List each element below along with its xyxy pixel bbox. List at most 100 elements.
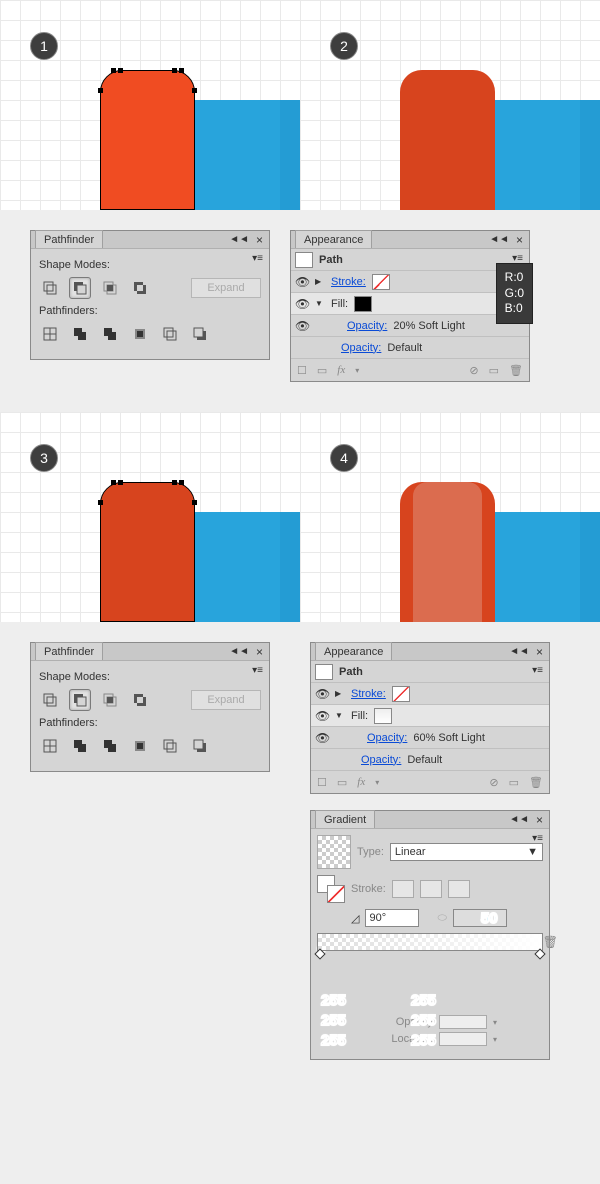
stroke-label[interactable]: Stroke: (331, 276, 366, 288)
no-fill-icon[interactable]: ☐ (297, 364, 307, 377)
pathfinder-tab[interactable]: Pathfinder (35, 642, 103, 660)
trash-icon[interactable]: 🗑 (529, 776, 543, 789)
blue-rect (480, 100, 600, 210)
path-label: Path (319, 254, 343, 266)
divide-icon[interactable] (39, 735, 61, 757)
stroke-label[interactable]: Stroke: (351, 688, 386, 700)
gradient-stop-right[interactable] (534, 948, 545, 959)
intersect-icon[interactable] (99, 277, 121, 299)
fx-button[interactable]: fx (337, 364, 345, 376)
panel-collapse-icon[interactable]: ◄◄ (509, 646, 529, 657)
panel-collapse-icon[interactable]: ◄◄ (229, 234, 249, 245)
stroke-align-3[interactable] (448, 880, 470, 898)
expand-button: Expand (191, 278, 261, 298)
right-stop-rgb: 255 255 255 (411, 992, 436, 1049)
expand-stroke[interactable]: ▶ (335, 689, 345, 698)
new-icon[interactable]: ▭ (509, 776, 519, 789)
orange-shape (100, 482, 195, 622)
clear-icon[interactable]: ⊘ (469, 364, 478, 377)
panel-collapse-icon[interactable]: ◄◄ (229, 646, 249, 657)
trim-icon[interactable] (69, 735, 91, 757)
panel-menu-icon[interactable]: ▾≡ (252, 253, 263, 264)
panel-menu-icon[interactable]: ▾≡ (532, 833, 543, 844)
panel-close-icon[interactable]: × (536, 645, 543, 659)
pathfinders-label: Pathfinders: (39, 717, 261, 729)
merge-icon[interactable] (99, 323, 121, 345)
shape-modes-label: Shape Modes: (39, 259, 261, 271)
stroke-align-2[interactable] (420, 880, 442, 898)
stroke-align-1[interactable] (392, 880, 414, 898)
new-icon[interactable]: ▭ (489, 364, 499, 377)
appearance-tab[interactable]: Appearance (295, 230, 372, 248)
expand-fill[interactable]: ▼ (315, 299, 325, 308)
outline-icon[interactable] (159, 323, 181, 345)
stroke-swatch[interactable] (372, 274, 390, 290)
opacity-default: Default (387, 342, 422, 354)
panel-collapse-icon[interactable]: ◄◄ (509, 814, 529, 825)
fx-button[interactable]: fx (357, 776, 365, 788)
visibility-toggle[interactable]: 👁 (315, 731, 329, 745)
stroke-label: Stroke: (351, 883, 386, 895)
stroke-swatch[interactable] (392, 686, 410, 702)
opacity-label[interactable]: Opacity: (367, 732, 407, 744)
opacity-label[interactable]: Opacity: (341, 342, 381, 354)
gradient-preview[interactable] (317, 835, 351, 869)
trim-icon[interactable] (69, 323, 91, 345)
rgb-b: B:0 (505, 301, 524, 317)
trash-icon[interactable]: 🗑 (509, 364, 523, 377)
appearance-tab[interactable]: Appearance (315, 642, 392, 660)
panel-menu-icon[interactable]: ▾≡ (252, 665, 263, 676)
fill-swatch-gradient[interactable] (374, 708, 392, 724)
opacity-default: Default (407, 754, 442, 766)
minus-back-icon[interactable] (189, 323, 211, 345)
gradient-slider[interactable]: 🗑 (317, 933, 543, 951)
visibility-toggle[interactable]: 👁 (315, 709, 329, 723)
opacity-label[interactable]: Opacity: (361, 754, 401, 766)
rect-icon[interactable]: ▭ (337, 776, 347, 789)
exclude-icon[interactable] (129, 689, 151, 711)
crop-icon[interactable] (129, 323, 151, 345)
pathfinder-panel: Pathfinder ◄◄ × ▾≡ Shape Modes: Expand P… (30, 642, 270, 772)
unite-icon[interactable] (39, 689, 61, 711)
visibility-toggle[interactable]: 👁 (295, 297, 309, 311)
no-fill-icon[interactable]: ☐ (317, 776, 327, 789)
opacity-label[interactable]: Opacity: (347, 320, 387, 332)
step-badge-4: 4 (330, 444, 358, 472)
panel-close-icon[interactable]: × (536, 813, 543, 827)
angle-input[interactable]: 90° (365, 909, 419, 927)
gradient-panel: Gradient ◄◄ × ▾≡ Type: Linear▼ Stroke: (310, 810, 550, 1060)
opacity-value: 60% Soft Light (413, 732, 485, 744)
visibility-toggle[interactable]: 👁 (295, 319, 309, 333)
expand-fill[interactable]: ▼ (335, 711, 345, 720)
intersect-icon[interactable] (99, 689, 121, 711)
merge-icon[interactable] (99, 735, 121, 757)
fill-stroke-swap[interactable] (317, 875, 345, 903)
pathfinder-tab[interactable]: Pathfinder (35, 230, 103, 248)
divide-icon[interactable] (39, 323, 61, 345)
visibility-toggle[interactable]: 👁 (295, 275, 309, 289)
rgb-g: G:0 (505, 286, 524, 302)
clear-icon[interactable]: ⊘ (489, 776, 498, 789)
crop-icon[interactable] (129, 735, 151, 757)
step-badge-3: 3 (30, 444, 58, 472)
fill-swatch[interactable] (354, 296, 372, 312)
visibility-toggle[interactable]: 👁 (315, 687, 329, 701)
grad-opacity-input[interactable] (439, 1015, 487, 1029)
minus-front-icon[interactable] (69, 689, 91, 711)
panel-close-icon[interactable]: × (256, 645, 263, 659)
outline-icon[interactable] (159, 735, 181, 757)
grad-location-input[interactable] (439, 1032, 487, 1046)
rect-icon[interactable]: ▭ (317, 364, 327, 377)
minus-back-icon[interactable] (189, 735, 211, 757)
unite-icon[interactable] (39, 277, 61, 299)
panel-menu-icon[interactable]: ▾≡ (532, 665, 543, 676)
panel-collapse-icon[interactable]: ◄◄ (489, 234, 509, 245)
exclude-icon[interactable] (129, 277, 151, 299)
panel-close-icon[interactable]: × (256, 233, 263, 247)
expand-stroke[interactable]: ▶ (315, 277, 325, 286)
minus-front-icon[interactable] (69, 277, 91, 299)
panel-close-icon[interactable]: × (516, 233, 523, 247)
gradient-type-select[interactable]: Linear▼ (390, 843, 543, 861)
delete-stop-icon[interactable]: 🗑 (543, 935, 558, 949)
gradient-tab[interactable]: Gradient (315, 810, 375, 828)
